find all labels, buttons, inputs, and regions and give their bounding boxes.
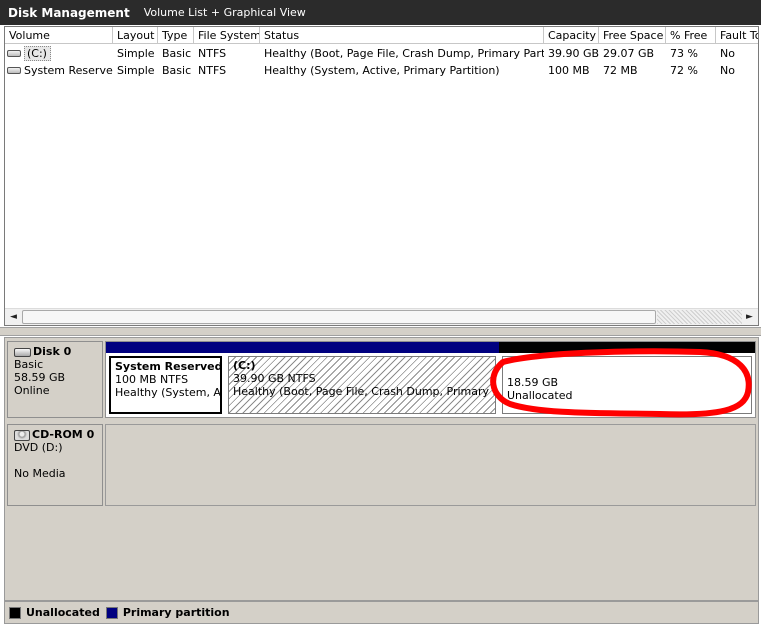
cdrom-icon [14,429,30,441]
unallocated-swatch [9,606,21,619]
layout-cell: Simple [117,64,155,77]
volume-cell: System Reserved [5,62,113,79]
col-status[interactable]: Status [260,27,544,44]
horizontal-scrollbar[interactable]: ◄ ► [5,308,758,325]
partition-body: 18.59 GB Unallocated [502,356,752,414]
cdrom-media: No Media [14,467,66,480]
layout-cell: Simple [117,47,155,60]
volume-cell: (C:) [5,45,113,62]
unallocated-bar [499,342,755,353]
capacity-cell: 100 MB [548,64,590,77]
col-file-system[interactable]: File System [194,27,260,44]
scroll-right-icon[interactable]: ► [741,309,758,325]
column-header-row: Volume Layout Type File System Status Ca… [5,27,758,44]
partition-status: Healthy (Boot, Page File, Crash Dump, Pr… [233,385,495,398]
partition-status: Healthy (System, Acti [115,386,221,399]
fs-cell: NTFS [198,47,227,60]
col-layout[interactable]: Layout [113,27,158,44]
partition-size: 39.90 GB NTFS [233,372,316,385]
disk-size: 58.59 GB [14,371,66,384]
table-row[interactable]: (C:) Simple Basic NTFS Healthy (Boot, Pa… [5,45,758,62]
fs-cell: NTFS [198,64,227,77]
fault-cell: No [720,64,735,77]
drive-icon [7,66,21,74]
percent-free-cell: 72 % [670,64,698,77]
type-cell: Basic [162,47,192,60]
partition-name: (C:) [233,359,256,372]
disk-0-info[interactable]: Disk 0 Basic 58.59 GB Online [7,341,103,418]
view-title: Volume List + Graphical View [143,6,306,19]
fault-cell: No [720,47,735,60]
col-capacity[interactable]: Capacity [544,27,599,44]
percent-free-cell: 73 % [670,47,698,60]
col-type[interactable]: Type [158,27,194,44]
free-space-cell: 72 MB [603,64,638,77]
disk-status: Online [14,384,50,397]
capacity-cell: 39.90 GB [548,47,599,60]
disk-0-partitions: System Reserved 100 MB NTFS Healthy (Sys… [105,341,756,418]
partition-system-reserved[interactable]: System Reserved 100 MB NTFS Healthy (Sys… [106,342,225,417]
title-bar: Disk Management Volume List + Graphical … [0,0,761,25]
primary-partition-bar [225,342,499,353]
cdrom-name: CD-ROM 0 [32,428,95,441]
free-space-cell: 29.07 GB [603,47,655,60]
volume-name: System Reserved [24,64,113,77]
type-cell: Basic [162,64,192,77]
col-volume[interactable]: Volume [5,27,113,44]
disk-icon [14,347,31,357]
legend-primary-label: Primary partition [122,606,230,619]
graphical-view: Disk 0 Basic 58.59 GB Online System Rese… [4,337,759,601]
drive-icon [7,49,21,57]
unallocated-size: 18.59 GB [507,376,559,389]
partition-body: (C:) 39.90 GB NTFS Healthy (Boot, Page F… [228,356,496,414]
legend-primary: Primary partition [105,606,230,619]
scroll-left-icon[interactable]: ◄ [5,309,22,325]
col-percent-free[interactable]: % Free [666,27,716,44]
cdrom-0-area[interactable] [105,424,756,506]
cdrom-0-info[interactable]: CD-ROM 0 DVD (D:) No Media [7,424,103,506]
cdrom-type: DVD (D:) [14,441,63,454]
status-cell: Healthy (System, Active, Primary Partiti… [264,64,500,77]
table-row[interactable]: System Reserved Simple Basic NTFS Health… [5,62,758,79]
scroll-thumb[interactable] [22,310,656,324]
scroll-track[interactable] [657,310,742,324]
partition-body: System Reserved 100 MB NTFS Healthy (Sys… [109,356,222,414]
disk-type: Basic [14,358,44,371]
pane-splitter[interactable] [0,327,761,336]
partition-c[interactable]: (C:) 39.90 GB NTFS Healthy (Boot, Page F… [225,342,499,417]
partition-size: 100 MB NTFS [115,373,189,386]
partition-unallocated[interactable]: 18.59 GB Unallocated [499,342,755,417]
partition-name: System Reserved [115,360,222,373]
legend-unallocated: Unallocated [9,606,100,619]
app-title: Disk Management [8,5,130,20]
volume-list: Volume Layout Type File System Status Ca… [4,26,759,326]
primary-swatch [105,606,118,619]
col-free-space[interactable]: Free Space [599,27,666,44]
disk-name: Disk 0 [33,345,72,358]
col-fault-tolerance[interactable]: Fault To [716,27,758,44]
volume-name: (C:) [24,46,51,61]
unallocated-label: Unallocated [507,389,573,402]
status-cell: Healthy (Boot, Page File, Crash Dump, Pr… [264,47,544,60]
legend-bar: Unallocated Primary partition [4,601,759,624]
legend-unallocated-label: Unallocated [26,606,100,619]
primary-partition-bar [106,342,225,353]
